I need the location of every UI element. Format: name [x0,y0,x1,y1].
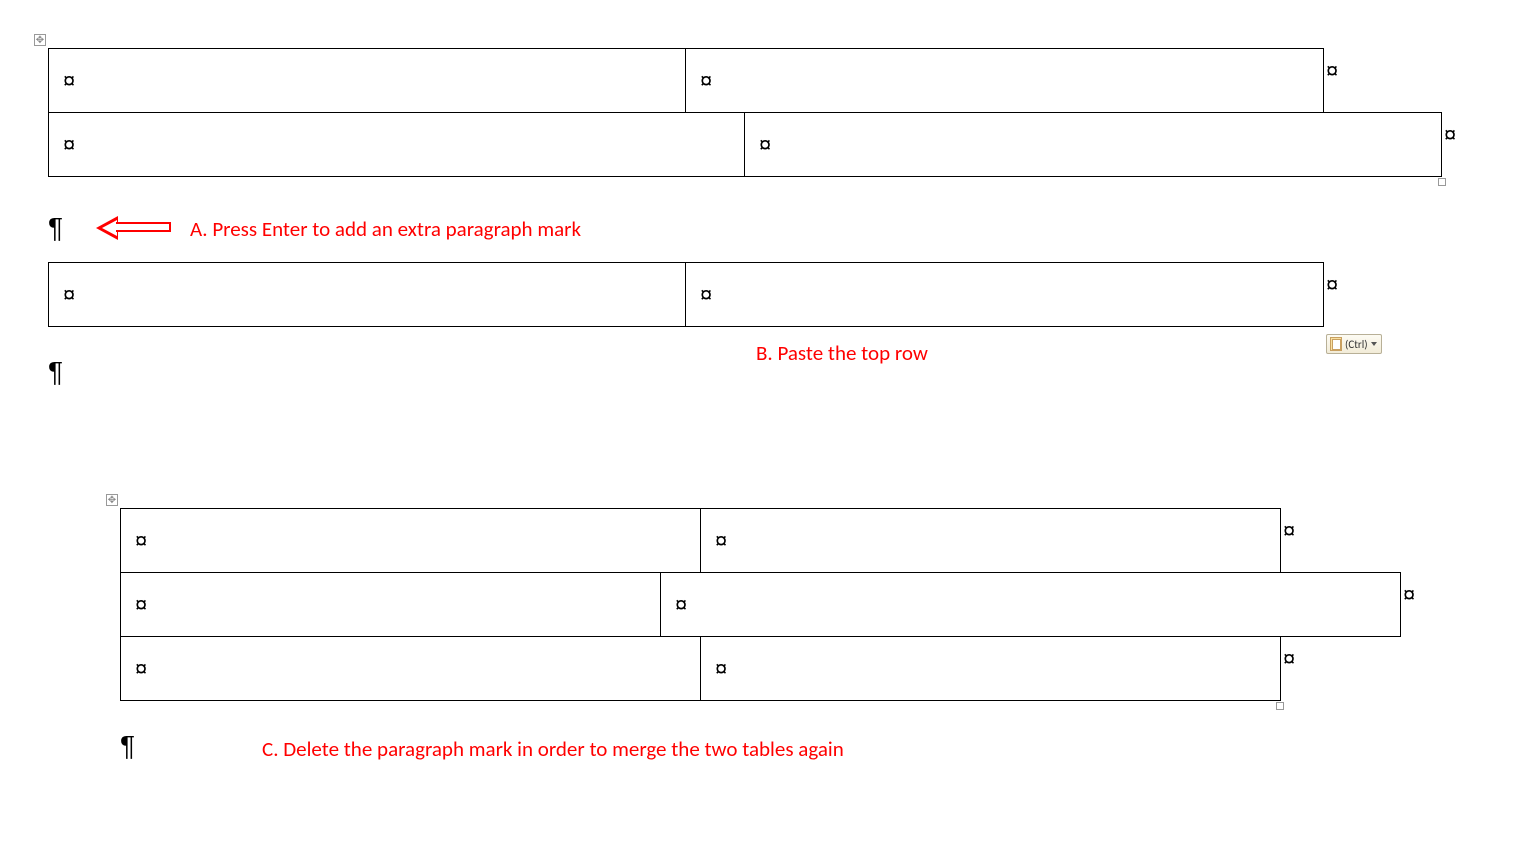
table-anchor-1[interactable]: ✥ [34,34,46,46]
cell-mark: ¤ [715,528,727,553]
cell-mark: ¤ [700,68,712,93]
paragraph-mark-1: ¶ [48,212,63,244]
row-end-mark: ¤ [1403,582,1415,608]
row-end-mark: ¤ [1326,58,1338,84]
table-anchor-2[interactable]: ✥ [106,494,118,506]
cell-mark: ¤ [135,656,147,681]
arrow-left-icon [96,216,174,240]
cell-mark: ¤ [63,68,75,93]
annotation-b: B. Paste the top row [756,340,928,366]
table2[interactable]: ¤ ¤ [48,262,1324,327]
row-end-mark: ¤ [1283,646,1295,672]
table3-row3[interactable]: ¤ ¤ [120,636,1281,701]
paste-options-button[interactable]: (Ctrl) [1326,334,1382,354]
table3-row2[interactable]: ¤ ¤ [120,572,1401,637]
cell-mark: ¤ [63,282,75,307]
cell-mark: ¤ [135,528,147,553]
paragraph-mark-2: ¶ [48,356,63,388]
cell-mark: ¤ [700,282,712,307]
cell-mark: ¤ [759,132,771,157]
cell-mark: ¤ [675,592,687,617]
chevron-down-icon [1371,342,1377,346]
annotation-a: A. Press Enter to add an extra paragraph… [190,216,581,242]
table1-row2[interactable]: ¤ ¤ [48,112,1442,177]
annotation-c: C. Delete the paragraph mark in order to… [262,736,844,762]
row-end-mark: ¤ [1283,518,1295,544]
table3-row1[interactable]: ¤ ¤ [120,508,1281,573]
row-end-mark: ¤ [1444,122,1456,148]
clipboard-icon [1330,337,1342,351]
cell-mark: ¤ [715,656,727,681]
row-end-mark: ¤ [1326,272,1338,298]
paste-ctrl-label: (Ctrl) [1345,338,1368,351]
table1-row1[interactable]: ¤ ¤ [48,48,1324,113]
table1-resize-handle[interactable] [1438,178,1446,186]
cell-mark: ¤ [135,592,147,617]
paragraph-mark-3: ¶ [120,730,135,762]
table3-resize-handle[interactable] [1276,702,1284,710]
cell-mark: ¤ [63,132,75,157]
